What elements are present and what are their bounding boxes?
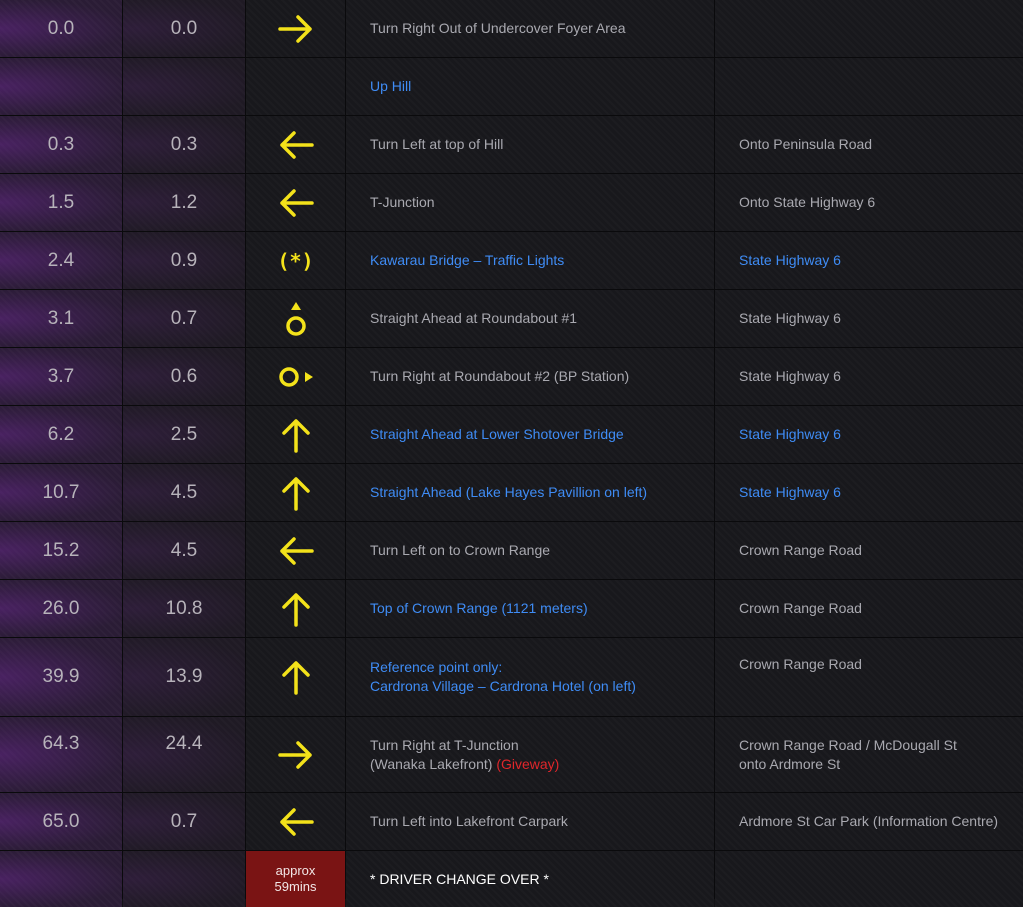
direction-cell (246, 0, 345, 57)
instruction-line: Turn Right at T-Junction (370, 736, 519, 753)
total-distance: 10.7 (0, 464, 122, 521)
road-name: Crown Range Road (715, 522, 1023, 579)
route-table: 0.0 0.0 Turn Right Out of Undercover Foy… (0, 0, 1023, 907)
instruction: Up Hill (346, 58, 714, 115)
leg-distance: 4.5 (123, 464, 245, 521)
approx-label: approx (275, 863, 316, 878)
instruction-line: Reference point only: (370, 659, 503, 675)
total-distance: 6.2 (0, 406, 122, 463)
leg-distance: 13.9 (123, 638, 245, 716)
arrow-up-icon (281, 661, 310, 695)
approx-duration: 59mins (274, 879, 317, 894)
instruction-line: (Wanaka Lakefront) (Giveway) (370, 755, 559, 774)
total-distance: 1.5 (0, 174, 122, 231)
instruction: Kawarau Bridge – Traffic Lights (346, 232, 714, 289)
arrow-up-icon (281, 592, 310, 627)
arrow-left-icon (279, 807, 314, 836)
direction-cell: (*) (246, 232, 345, 289)
leg-distance: 0.0 (123, 0, 245, 57)
instruction-line: Cardrona Village – Cardrona Hotel (on le… (370, 678, 636, 694)
direction-cell (246, 638, 345, 716)
leg-distance: 0.7 (123, 290, 245, 347)
instruction: Reference point only: Cardrona Village –… (346, 638, 714, 716)
road-name (715, 58, 1023, 115)
leg-distance: 0.9 (123, 232, 245, 289)
total-distance: 3.7 (0, 348, 122, 405)
instruction: Straight Ahead at Lower Shotover Bridge (346, 406, 714, 463)
instruction: Top of Crown Range (1121 meters) (346, 580, 714, 637)
total-distance: 0.3 (0, 116, 122, 173)
road-name: State Highway 6 (715, 232, 1023, 289)
road-line: Crown Range Road / McDougall St (739, 736, 957, 753)
total-distance: 0.0 (0, 0, 122, 57)
instruction: Turn Right at T-Junction (Wanaka Lakefro… (346, 717, 714, 792)
direction-cell (246, 58, 345, 115)
arrow-up-icon (281, 418, 310, 453)
direction-cell (246, 464, 345, 521)
direction-cell (246, 522, 345, 579)
road-name: Ardmore St Car Park (Information Centre) (715, 793, 1023, 850)
instruction: Turn Right at Roundabout #2 (BP Station) (346, 348, 714, 405)
road-line: onto Ardmore St (739, 755, 841, 772)
total-distance: 15.2 (0, 522, 122, 579)
road-name: State Highway 6 (715, 348, 1023, 405)
instruction: Straight Ahead at Roundabout #1 (346, 290, 714, 347)
total-distance: 3.1 (0, 290, 122, 347)
instruction: Turn Left into Lakefront Carpark (346, 793, 714, 850)
leg-distance: 2.5 (123, 406, 245, 463)
direction-cell (246, 116, 345, 173)
roundabout-straight-icon (285, 301, 306, 336)
direction-cell (246, 174, 345, 231)
total-distance: 65.0 (0, 793, 122, 850)
instruction: Turn Left at top of Hill (346, 116, 714, 173)
leg-distance: 24.4 (123, 717, 245, 792)
leg-distance: 0.7 (123, 793, 245, 850)
total-distance: 39.9 (0, 638, 122, 716)
leg-distance: 0.6 (123, 348, 245, 405)
leg-distance: 1.2 (123, 174, 245, 231)
instruction: Turn Left on to Crown Range (346, 522, 714, 579)
road-name: State Highway 6 (715, 406, 1023, 463)
leg-distance: 4.5 (123, 522, 245, 579)
arrow-right-icon (277, 740, 312, 769)
instruction: T-Junction (346, 174, 714, 231)
arrow-left-icon (279, 130, 314, 159)
direction-cell (246, 580, 345, 637)
leg-distance: 10.8 (123, 580, 245, 637)
total-distance: 26.0 (0, 580, 122, 637)
road-name: State Highway 6 (715, 290, 1023, 347)
direction-cell (246, 348, 345, 405)
instruction: Straight Ahead (Lake Hayes Pavillion on … (346, 464, 714, 521)
instruction-text: (Wanaka Lakefront) (370, 755, 497, 772)
leg-distance: 0.3 (123, 116, 245, 173)
leg-distance (123, 58, 245, 115)
direction-cell (246, 793, 345, 850)
total-distance (0, 58, 122, 115)
road-name: Crown Range Road / McDougall St onto Ard… (715, 717, 1023, 792)
direction-cell (246, 290, 345, 347)
road-name: Crown Range Road (715, 638, 1023, 716)
road-name: Onto Peninsula Road (715, 116, 1023, 173)
giveway-warning: (Giveway) (496, 755, 560, 772)
arrow-left-icon (279, 536, 314, 565)
total-distance: 64.3 (0, 717, 122, 792)
instruction: Turn Right Out of Undercover Foyer Area (346, 0, 714, 57)
arrow-up-icon (281, 476, 310, 511)
arrow-left-icon (279, 188, 314, 217)
direction-cell (246, 717, 345, 792)
road-name: Onto State Highway 6 (715, 174, 1023, 231)
arrow-right-icon (277, 14, 312, 43)
road-name: State Highway 6 (715, 464, 1023, 521)
road-name (715, 0, 1023, 57)
total-distance: 2.4 (0, 232, 122, 289)
traffic-lights-icon: (*) (277, 248, 314, 273)
roundabout-right-icon (278, 366, 313, 387)
direction-cell (246, 406, 345, 463)
road-name: Crown Range Road (715, 580, 1023, 637)
